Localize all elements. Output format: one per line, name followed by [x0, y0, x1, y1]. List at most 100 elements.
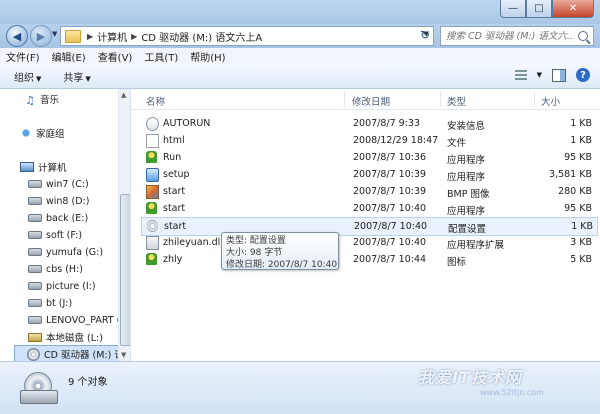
chevron-down-icon: ▼ [85, 74, 91, 83]
nav-item-music[interactable]: ♫ 音乐 [24, 91, 59, 107]
tooltip-type: 类型: 配置设置 [226, 236, 286, 246]
menu-tools[interactable]: 工具(T) [138, 49, 184, 64]
nav-item-drive-g[interactable]: yumufa (G:) [28, 244, 103, 260]
column-divider[interactable] [344, 91, 345, 107]
file-size: 1 KB [570, 135, 592, 146]
back-arrow-icon: ◀ [12, 29, 22, 43]
column-date[interactable]: 修改日期 [352, 94, 390, 108]
nav-item-label: 本地磁盘 (L:) [46, 333, 103, 344]
nav-item-drive-l[interactable]: 本地磁盘 (L:) [28, 329, 103, 345]
nav-item-drive-e[interactable]: back (E:) [28, 210, 88, 226]
local-disk-icon [28, 332, 42, 342]
column-type[interactable]: 类型 [447, 94, 466, 108]
breadcrumb[interactable]: ▶ 计算机 ▶ CD 驱动器 (M:) 语文六上A ▼ [60, 26, 434, 46]
nav-item-label: LENOVO_PART ( [46, 314, 121, 326]
file-row[interactable]: start 2007/8/7 10:39 BMP 图像 280 KB [141, 183, 596, 200]
chevron-down-icon: ▼ [36, 74, 42, 83]
music-icon: ♫ [25, 94, 35, 107]
scrollbar-thumb[interactable] [120, 194, 130, 346]
nav-item-drive-k[interactable]: LENOVO_PART ( [28, 312, 120, 328]
nav-item-label: 计算机 [38, 163, 67, 174]
search-box[interactable] [440, 26, 594, 46]
file-size: 95 KB [564, 152, 592, 163]
forward-button[interactable]: ▶ [30, 25, 52, 47]
config-icon [147, 220, 158, 232]
organize-label: 组织 [14, 72, 34, 84]
file-row[interactable]: zhly 2007/8/7 10:44 图标 5 KB [141, 251, 596, 268]
nav-item-drive-i[interactable]: picture (I:) [28, 278, 96, 294]
search-input[interactable] [441, 29, 576, 43]
nav-item-drive-h[interactable]: cbs (H:) [28, 261, 83, 277]
preview-pane-icon[interactable] [552, 68, 566, 82]
nav-item-drive-c[interactable]: win7 (C:) [28, 176, 89, 192]
nav-item-label: cbs (H:) [46, 263, 83, 275]
breadcrumb-cd-drive[interactable]: CD 驱动器 (M:) 语文六上A [141, 29, 262, 44]
scroll-down-icon[interactable]: ▼ [121, 351, 126, 359]
nav-item-label: 家庭组 [36, 129, 65, 140]
search-icon[interactable] [578, 31, 588, 41]
file-type: 应用程序 [447, 206, 486, 217]
file-row[interactable]: AUTORUN 2007/8/7 9:33 安装信息 1 KB [141, 115, 596, 132]
drive-icon [28, 180, 42, 188]
drive-icon [28, 316, 42, 324]
file-type: 应用程序扩展 [447, 240, 505, 251]
menu-view[interactable]: 查看(V) [92, 49, 139, 64]
file-size: 95 KB [564, 203, 592, 214]
column-size[interactable]: 大小 [541, 94, 560, 108]
nav-item-label: win7 (C:) [46, 178, 89, 190]
minimize-button[interactable]: — [500, 0, 526, 18]
file-size: 3 KB [570, 237, 592, 248]
help-icon[interactable]: ? [576, 68, 590, 82]
refresh-icon[interactable]: ↻ [420, 28, 430, 42]
column-name[interactable]: 名称 [146, 94, 165, 108]
recent-pages-dropdown[interactable]: ▼ [52, 30, 57, 38]
nav-item-drive-m[interactable]: CD 驱动器 (M:) 语 [14, 345, 130, 361]
menu-file[interactable]: 文件(F) [0, 49, 46, 64]
nav-item-drive-f[interactable]: soft (F:) [28, 227, 82, 243]
file-type: 文件 [447, 138, 467, 149]
file-type: 安装信息 [447, 121, 486, 132]
title-bar: — □ ✕ [0, 0, 600, 24]
file-name: zhileyuan.dll [163, 237, 223, 248]
file-row[interactable]: zhileyuan.dll 2007/8/7 10:40 应用程序扩展 3 KB [141, 234, 596, 251]
back-button[interactable]: ◀ [6, 25, 28, 47]
close-button[interactable]: ✕ [552, 0, 594, 18]
nav-item-drive-j[interactable]: bt (J:) [28, 295, 72, 311]
nav-item-label: CD 驱动器 (M:) 语 [44, 350, 124, 361]
organize-button[interactable]: 组织 ▼ [14, 69, 41, 84]
nav-item-label: yumufa (G:) [46, 246, 104, 258]
file-row[interactable]: start 2007/8/7 10:40 应用程序 95 KB [141, 200, 596, 217]
folder-icon [65, 29, 81, 43]
menu-edit[interactable]: 编辑(E) [46, 49, 92, 64]
change-view-icon[interactable] [514, 70, 527, 80]
breadcrumb-separator-icon[interactable]: ▶ [131, 32, 137, 41]
file-row[interactable]: setup 2007/8/7 10:39 应用程序 3,581 KB [141, 166, 596, 183]
menu-bar: 文件(F) 编辑(E) 查看(V) 工具(T) 帮助(H) [0, 48, 600, 64]
file-name: html [163, 135, 185, 146]
file-date: 2007/8/7 10:39 [353, 186, 427, 197]
scroll-up-icon[interactable]: ▲ [121, 91, 126, 99]
address-bar-row: ◀ ▶ ▼ ▶ 计算机 ▶ CD 驱动器 (M:) 语文六上A ▼ ↻ [0, 24, 600, 48]
column-divider[interactable] [440, 91, 441, 107]
file-row[interactable]: Run 2007/8/7 10:36 应用程序 95 KB [141, 149, 596, 166]
column-divider[interactable] [534, 91, 535, 107]
menu-help[interactable]: 帮助(H) [184, 49, 231, 64]
window-controls: — □ ✕ [500, 0, 594, 18]
nav-item-drive-d[interactable]: win8 (D:) [28, 193, 89, 209]
nav-item-computer[interactable]: 计算机 [20, 159, 67, 175]
file-date: 2007/8/7 10:36 [353, 152, 427, 163]
breadcrumb-separator-icon[interactable]: ▶ [87, 32, 93, 41]
nav-scrollbar[interactable]: ▲ ▼ [118, 89, 130, 361]
breadcrumb-computer[interactable]: 计算机 [97, 29, 127, 44]
view-dropdown-icon[interactable]: ▼ [537, 71, 542, 79]
homegroup-icon [20, 128, 32, 138]
file-date: 2007/8/7 10:44 [353, 254, 427, 265]
share-button[interactable]: 共享 ▼ [63, 69, 90, 84]
icon-file-icon [146, 253, 157, 265]
maximize-button[interactable]: □ [526, 0, 552, 18]
nav-item-label: picture (I:) [46, 280, 96, 292]
file-row[interactable]: html 2008/12/29 18:47 文件 1 KB [141, 132, 596, 149]
navigation-pane: ♫ 音乐 家庭组 计算机 win7 (C:) win8 (D:) back (E:… [0, 89, 131, 361]
file-size: 1 KB [570, 118, 592, 129]
nav-item-homegroup[interactable]: 家庭组 [20, 125, 65, 141]
